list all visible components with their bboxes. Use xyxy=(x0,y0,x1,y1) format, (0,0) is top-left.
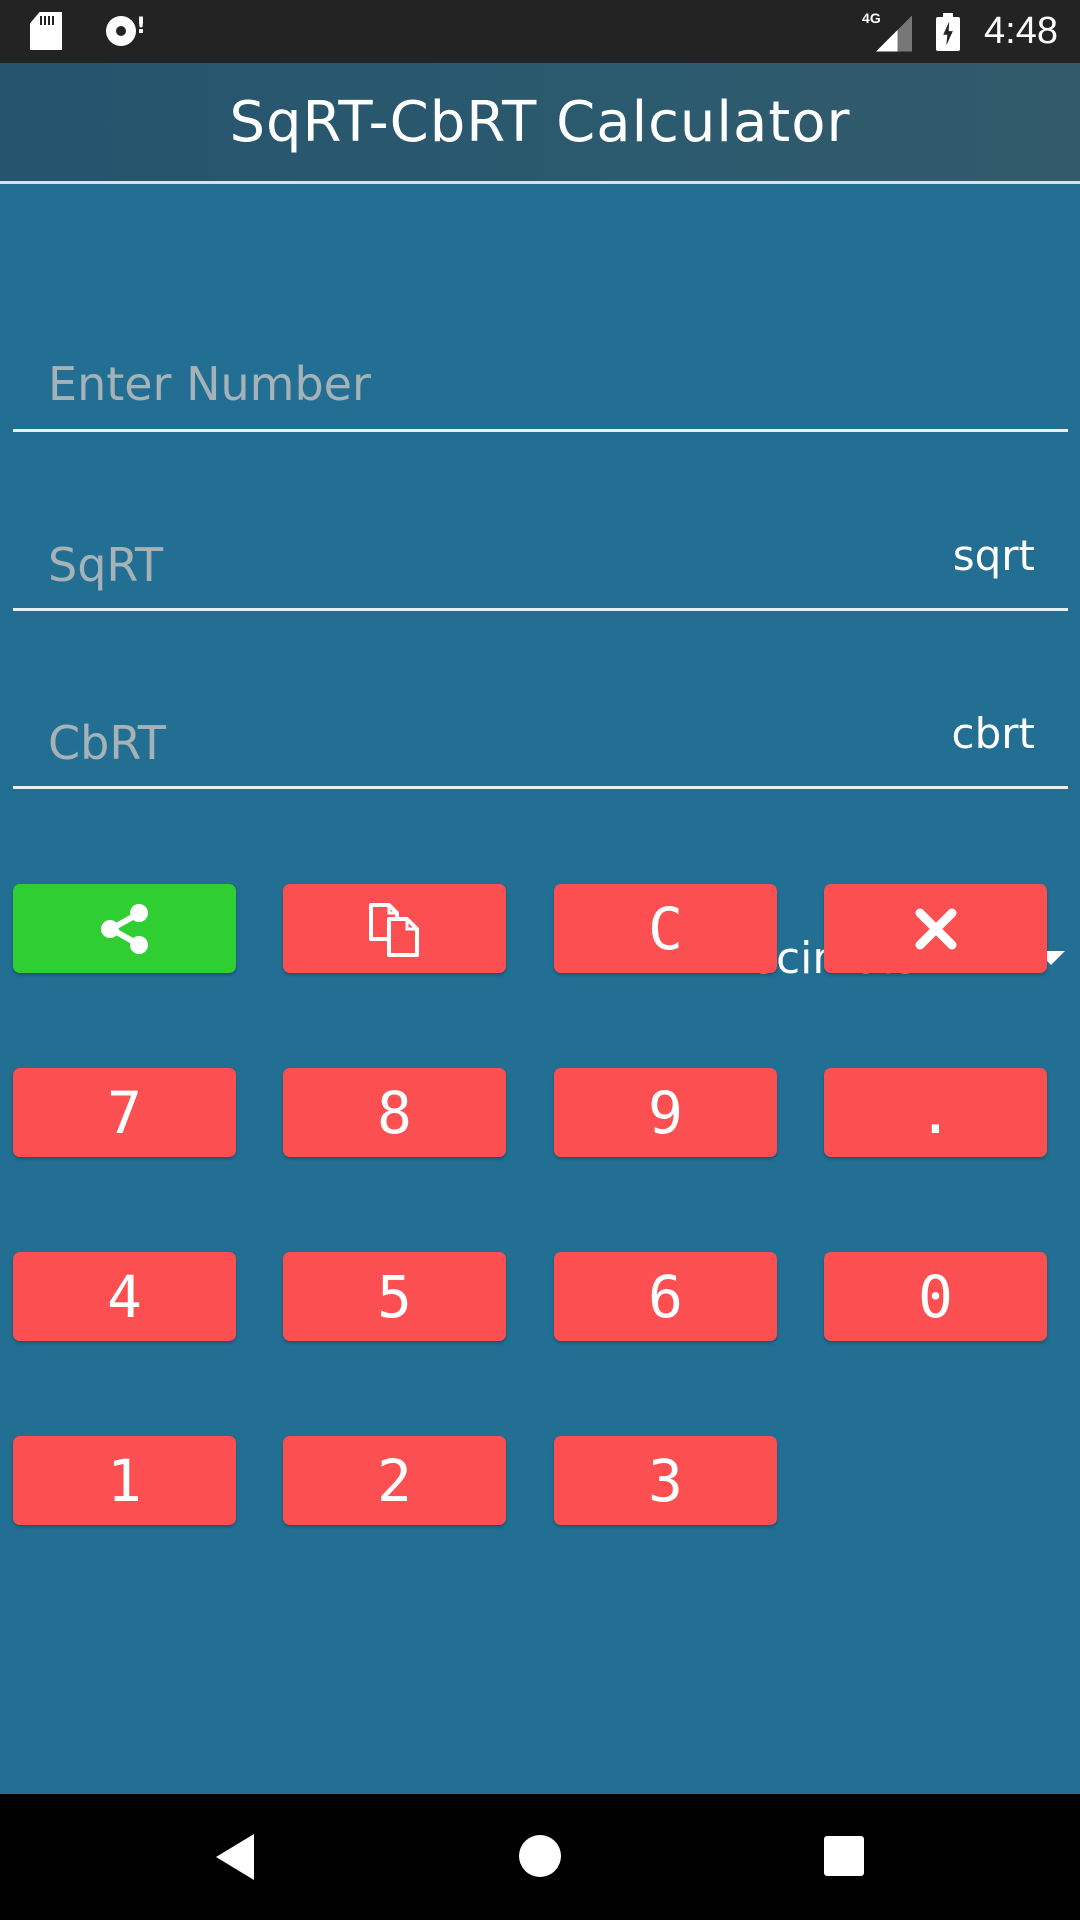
network-type: 4G xyxy=(862,9,881,26)
back-icon[interactable] xyxy=(216,1834,254,1880)
delete-button[interactable] xyxy=(824,884,1047,973)
calculator-content: SqRT sqrt CbRT cbrt Decimals 2 xyxy=(0,184,1080,1794)
disc-alert-icon: ! xyxy=(102,12,146,50)
key-0[interactable]: 0 xyxy=(824,1252,1047,1341)
battery-charging-icon xyxy=(936,12,961,51)
key-7[interactable]: 7 xyxy=(13,1068,236,1157)
home-icon[interactable] xyxy=(519,1835,561,1877)
key-8[interactable]: 8 xyxy=(283,1068,506,1157)
share-button[interactable] xyxy=(13,884,236,973)
copy-button[interactable] xyxy=(283,884,506,973)
share-icon xyxy=(100,903,148,954)
copy-icon xyxy=(368,902,419,957)
key-9[interactable]: 9 xyxy=(554,1068,777,1157)
key-6[interactable]: 6 xyxy=(554,1252,777,1341)
app-bar: SqRT-CbRT Calculator xyxy=(0,63,1080,181)
app-title: SqRT-CbRT Calculator xyxy=(229,89,851,155)
key-decimal-point[interactable]: . xyxy=(824,1068,1047,1157)
screen: ! 4G 4:48 SqRT-CbRT Calculator SqRT sqrt xyxy=(0,0,1080,1920)
recent-apps-icon[interactable] xyxy=(824,1836,864,1876)
navigation-bar xyxy=(0,1794,1080,1920)
status-clock: 4:48 xyxy=(984,10,1058,52)
close-icon xyxy=(915,908,956,949)
keypad: C 7 8 9 . 4 5 6 0 1 2 3 xyxy=(0,184,1080,1794)
status-bar: ! 4G 4:48 xyxy=(0,0,1080,63)
key-3[interactable]: 3 xyxy=(554,1436,777,1525)
sd-card-icon xyxy=(30,12,62,50)
key-4[interactable]: 4 xyxy=(13,1252,236,1341)
clear-button[interactable]: C xyxy=(554,884,777,973)
key-1[interactable]: 1 xyxy=(13,1436,236,1525)
key-2[interactable]: 2 xyxy=(283,1436,506,1525)
key-5[interactable]: 5 xyxy=(283,1252,506,1341)
signal-icon: 4G xyxy=(862,9,913,52)
